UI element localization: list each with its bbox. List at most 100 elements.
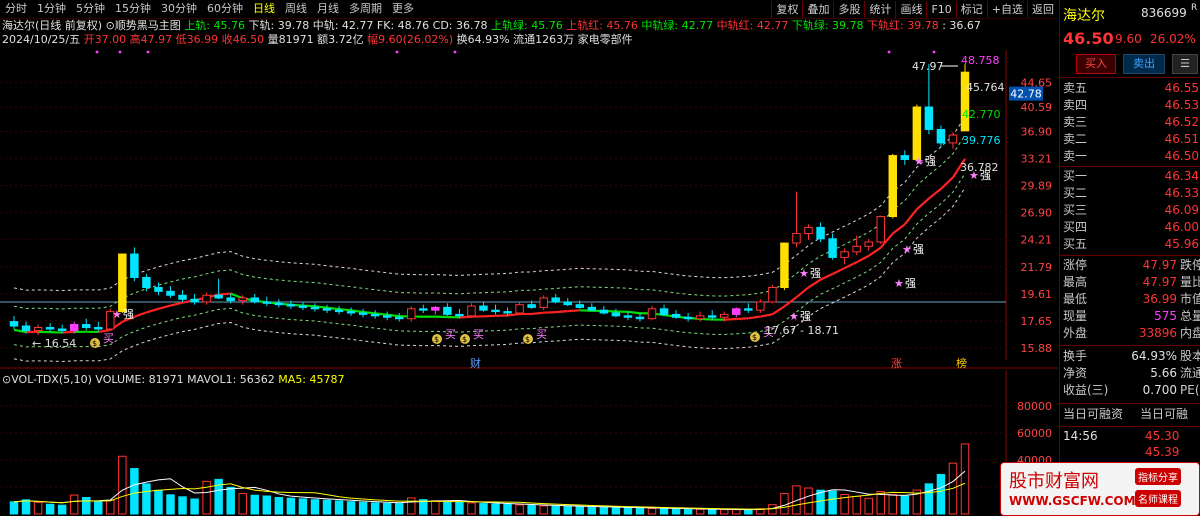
- strong-star-icon: ★: [914, 155, 924, 168]
- quote-panel: 海达尔 836699 R 46.50 9.60 26.02% 买入 卖出 ☰ 卖…: [1059, 0, 1200, 516]
- candle-body: [322, 308, 332, 311]
- candle-body: [394, 316, 404, 320]
- margin-label: 当日可融资: [1063, 407, 1124, 421]
- candle-body: [792, 233, 801, 244]
- volume-bar: [358, 501, 368, 515]
- coin-symbol: $: [92, 339, 97, 348]
- stat2-row-1-label: 净资: [1063, 366, 1088, 380]
- trend-line-segment: [158, 304, 171, 310]
- volume-indicator-icon[interactable]: ⊙: [2, 373, 11, 386]
- stat-row-4[interactable]: 外盘 33896内盘: [1060, 325, 1200, 342]
- buy-label: 买: [103, 332, 114, 345]
- quote-stock-code: 836699: [1141, 6, 1187, 20]
- stat2-row-1[interactable]: 净资 5.66流通: [1060, 365, 1200, 382]
- strong-star-icon: ★: [894, 277, 904, 290]
- candle-body: [262, 301, 272, 304]
- divider: [1060, 166, 1200, 167]
- stat-row-1[interactable]: 最高 47.97量比: [1060, 274, 1200, 291]
- candle-body: [539, 297, 548, 308]
- volume-info-line: ⊙VOL-TDX(5,10) VOLUME: 81971 MAVOL1: 563…: [2, 373, 345, 387]
- stat-row-4-label2: 内盘: [1180, 326, 1200, 340]
- stat2-row-1-value: 5.66: [1150, 366, 1177, 380]
- tick-price: 45.39: [1145, 445, 1180, 459]
- candle-body: [707, 315, 717, 318]
- strong-label: 强: [905, 277, 916, 290]
- volume-bar: [515, 504, 524, 515]
- candle-body: [238, 297, 247, 302]
- sell-button[interactable]: 卖出: [1123, 54, 1165, 74]
- ask-row-0-value: 46.55: [1164, 81, 1199, 95]
- candle-body: [924, 106, 934, 130]
- candle-body: [852, 245, 861, 253]
- stat-row-0[interactable]: 涨停 47.97跌停: [1060, 257, 1200, 274]
- stat2-row-2-label2: PE(动: [1180, 383, 1200, 397]
- trend-line-segment: [892, 223, 906, 235]
- left-low-label: ← 16.54: [32, 337, 76, 350]
- volume-bar: [322, 499, 332, 515]
- bid-row-2-value: 46.09: [1164, 203, 1199, 217]
- candle-body: [599, 309, 609, 314]
- volume-indicator-name[interactable]: VOL-TDX(5,10): [11, 373, 92, 386]
- trend-line-segment: [134, 311, 147, 318]
- candle-body: [226, 297, 235, 302]
- buy-button[interactable]: 买入: [1076, 54, 1116, 74]
- volume-bar: [960, 443, 970, 515]
- bid-row-1-value: 46.33: [1164, 186, 1199, 200]
- stat2-row-2[interactable]: 收益(三) 0.700PE(动: [1060, 382, 1200, 399]
- volume-bar: [394, 503, 404, 515]
- volume-bar: [334, 500, 344, 515]
- stat-row-0-label: 涨停: [1063, 258, 1088, 272]
- volume-bar: [491, 503, 500, 515]
- trend-line-segment: [507, 312, 520, 317]
- bid-row-4[interactable]: 买五 45.96: [1060, 236, 1200, 253]
- volume-current: VOLUME: 81971: [95, 373, 184, 386]
- ask-row-3[interactable]: 卖二 46.51: [1060, 131, 1200, 148]
- stat2-row-0[interactable]: 换手 64.93%股本: [1060, 348, 1200, 365]
- tick-row-0: 14:56 45.30: [1060, 428, 1200, 445]
- top-signal-dot: [118, 50, 122, 54]
- stat-row-3[interactable]: 现量 575总量: [1060, 308, 1200, 325]
- stat-row-1-label: 最高: [1063, 275, 1088, 289]
- coin-symbol: $: [525, 335, 530, 344]
- strong-star-icon: ★: [799, 267, 809, 280]
- trend-line-segment: [916, 197, 930, 211]
- quote-price: 46.50: [1063, 29, 1114, 48]
- stat-row-0-value: 47.97: [1142, 258, 1177, 272]
- trend-line-segment: [856, 254, 870, 264]
- volume-bar: [382, 502, 392, 515]
- volume-bar: [900, 495, 910, 515]
- volume-bar: [130, 468, 139, 515]
- ask-row-1[interactable]: 卖四 46.53: [1060, 97, 1200, 114]
- ask-row-2[interactable]: 卖三 46.52: [1060, 114, 1200, 131]
- candle-body: [298, 305, 308, 308]
- ask-row-4[interactable]: 卖一 46.50: [1060, 148, 1200, 165]
- volume-bar: [647, 507, 657, 515]
- candle-body: [948, 134, 958, 144]
- bid-row-3[interactable]: 买四 46.00: [1060, 219, 1200, 236]
- price-tick-label: 29.89: [1021, 180, 1053, 193]
- buy-label: 买: [445, 328, 456, 341]
- ask-row-0[interactable]: 卖五 46.55: [1060, 80, 1200, 97]
- candle-body: [57, 328, 67, 332]
- volume-bar: [599, 506, 609, 515]
- bid-row-2[interactable]: 买三 46.09: [1060, 202, 1200, 219]
- volume-bar: [310, 499, 320, 515]
- volume-bar: [166, 494, 175, 515]
- volume-bar: [94, 501, 103, 515]
- volume-bar: [370, 502, 380, 515]
- bid-row-1[interactable]: 买二 46.33: [1060, 185, 1200, 202]
- volume-bar: [118, 455, 127, 515]
- ask-row-4-value: 46.50: [1164, 149, 1199, 163]
- bid-row-4-label: 买五: [1063, 237, 1088, 251]
- divider: [1060, 77, 1200, 78]
- candle-body: [166, 290, 175, 296]
- candlestick-chart[interactable]: 44.6540.5936.9033.2129.8926.9024.2121.79…: [0, 0, 1058, 516]
- volume-bar: [864, 497, 873, 515]
- bid-row-0[interactable]: 买一 46.34: [1060, 168, 1200, 185]
- ask-row-4-label: 卖一: [1063, 149, 1088, 163]
- candle-body: [611, 312, 621, 317]
- stat-row-2[interactable]: 最低 36.99市值: [1060, 291, 1200, 308]
- buy-label: 买: [473, 328, 484, 341]
- volume-bar: [551, 505, 560, 515]
- menu-icon[interactable]: ☰: [1172, 54, 1198, 74]
